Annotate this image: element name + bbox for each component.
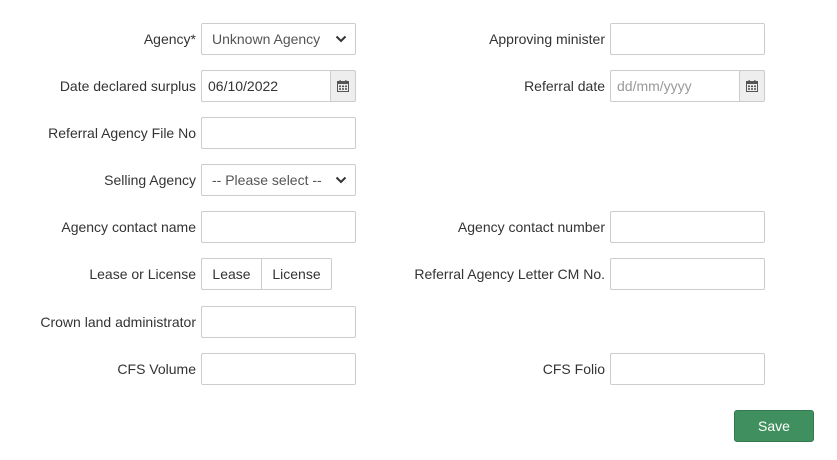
date-declared-surplus-label: Date declared surplus: [59, 78, 196, 94]
save-button[interactable]: Save: [734, 410, 814, 442]
agency-select-value: Unknown Agency: [212, 31, 321, 47]
cfs-volume-input[interactable]: [201, 353, 356, 385]
agency-label: Agency*: [144, 23, 196, 55]
referral-agency-letter-cm-no-input[interactable]: [610, 258, 765, 290]
referral-date-input[interactable]: dd/mm/yyyy: [610, 70, 740, 102]
crown-land-administrator-input[interactable]: [201, 306, 356, 338]
date-declared-surplus-picker: 06/10/2022: [201, 70, 356, 102]
lease-or-license-toggle: Lease License: [201, 258, 332, 290]
referral-agency-file-no-input[interactable]: [201, 117, 356, 149]
date-declared-surplus-input[interactable]: 06/10/2022: [201, 70, 331, 102]
cfs-folio-label: CFS Folio: [542, 361, 605, 377]
referral-date-label: Referral date: [524, 78, 605, 94]
selling-agency-select[interactable]: -- Please select --: [201, 164, 356, 196]
calendar-icon: [746, 80, 758, 92]
cfs-volume-label: CFS Volume: [117, 361, 196, 377]
calendar-icon: [337, 80, 349, 92]
selling-agency-label: Selling Agency: [104, 172, 196, 188]
approving-minister-input[interactable]: [610, 23, 765, 55]
crown-land-administrator-label: Crown land administrator: [40, 314, 196, 330]
agency-contact-name-input[interactable]: [201, 211, 356, 243]
agency-contact-number-input[interactable]: [610, 211, 765, 243]
chevron-down-icon: [335, 35, 347, 43]
referral-date-picker: dd/mm/yyyy: [610, 70, 765, 102]
lease-or-license-label: Lease or License: [89, 266, 196, 282]
agency-select[interactable]: Unknown Agency: [201, 23, 356, 55]
cfs-folio-input[interactable]: [610, 353, 765, 385]
chevron-down-icon: [335, 176, 347, 184]
referral-agency-letter-cm-no-label: Referral Agency Letter CM No.: [414, 266, 605, 282]
lease-button[interactable]: Lease: [201, 258, 262, 290]
form-page: Agency* Unknown Agency Approving ministe…: [0, 0, 837, 460]
selling-agency-select-value: -- Please select --: [212, 172, 322, 188]
referral-agency-file-no-label: Referral Agency File No: [48, 125, 196, 141]
calendar-button[interactable]: [330, 70, 356, 102]
agency-label-text: Agency: [143, 31, 191, 47]
agency-contact-number-label: Agency contact number: [457, 219, 605, 235]
license-button[interactable]: License: [262, 258, 332, 290]
required-mark: *: [190, 31, 196, 47]
calendar-button[interactable]: [739, 70, 765, 102]
approving-minister-label: Approving minister: [489, 31, 605, 47]
agency-contact-name-label: Agency contact name: [61, 219, 196, 235]
